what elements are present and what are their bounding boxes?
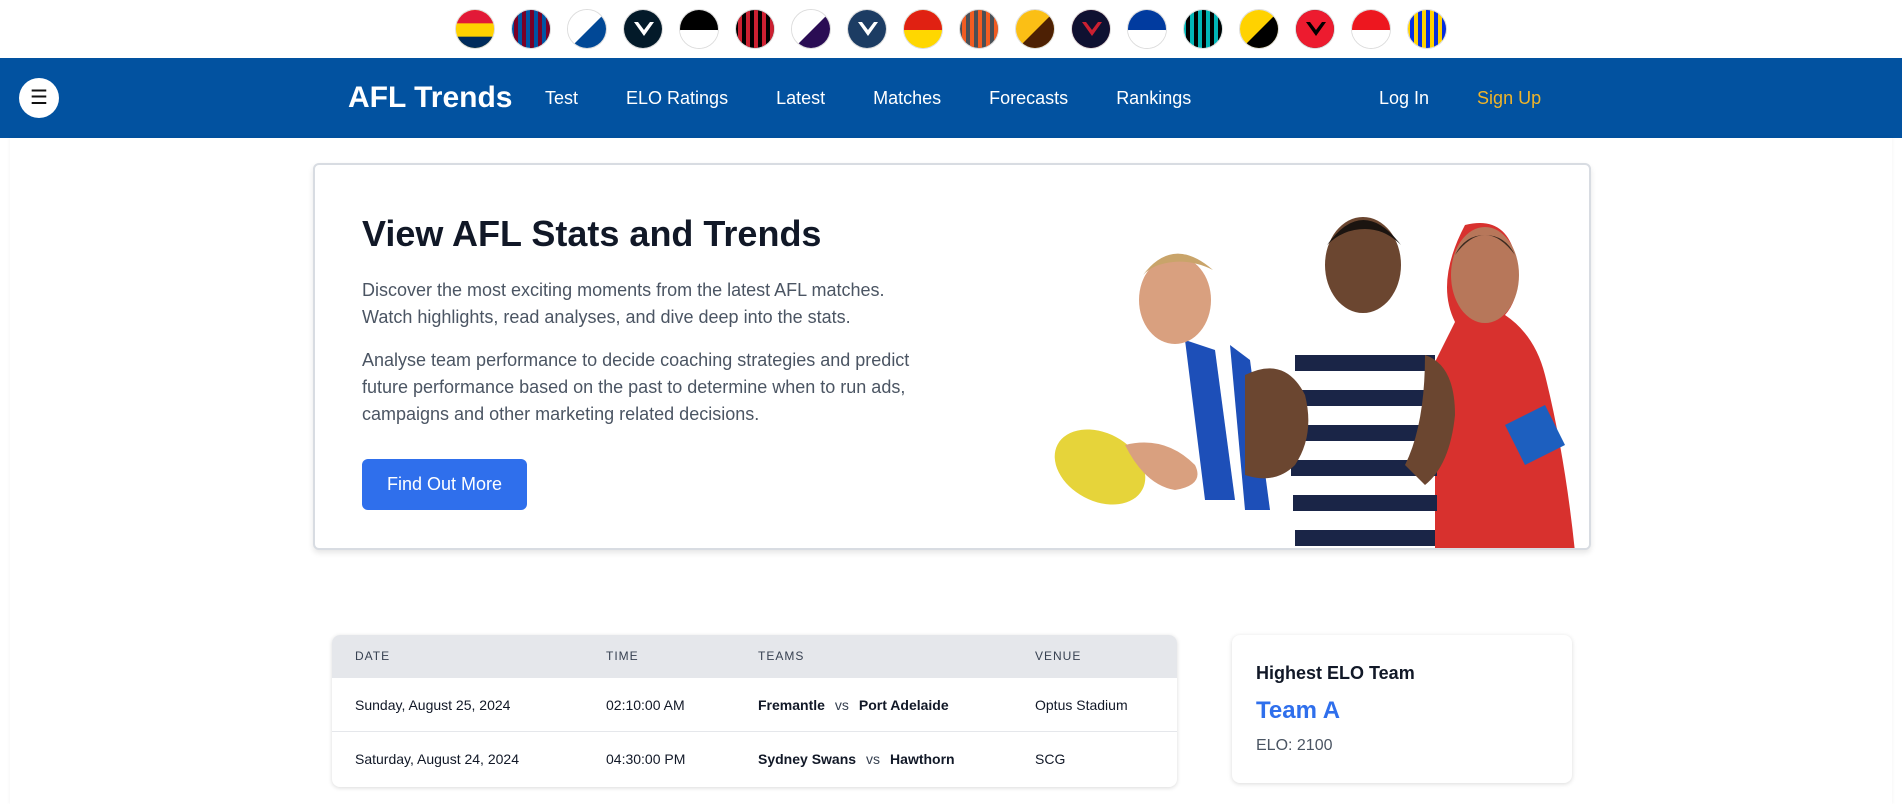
login-link[interactable]: Log In [1379,88,1429,109]
away-team: Port Adelaide [858,696,949,713]
melbourne-icon[interactable] [1071,9,1111,49]
match-teams: Fremantle vs Port Adelaide [758,678,949,731]
geelong-icon[interactable] [847,9,887,49]
highest-elo-value: ELO: 2100 [1256,737,1333,754]
home-team: Fremantle [758,696,825,713]
port-adelaide-icon[interactable] [1183,9,1223,49]
nav-link-elo-ratings[interactable]: ELO Ratings [626,88,728,109]
team-logo-strip [0,0,1902,58]
carlton-icon[interactable] [623,9,663,49]
collingwood-icon[interactable] [679,9,719,49]
hero-paragraph-2: Analyse team performance to decide coach… [362,350,910,424]
hero-title: View AFL Stats and Trends [362,213,822,254]
western-bulldogs-icon[interactable] [567,9,607,49]
nav-link-matches[interactable]: Matches [873,88,941,109]
vs-label: vs [834,696,849,713]
sydney-swans-icon[interactable] [1351,9,1391,49]
north-melbourne-icon[interactable] [1127,9,1167,49]
signup-link[interactable]: Sign Up [1477,88,1541,109]
table-row[interactable]: Saturday, August 24, 2024 04:30:00 PM Sy… [332,731,1177,785]
essendon-icon[interactable] [735,9,775,49]
hawthorn-icon[interactable] [1015,9,1055,49]
site-brand[interactable]: AFL Trends [348,58,512,138]
gold-coast-suns-icon[interactable] [903,9,943,49]
highest-elo-label: Highest ELO Team [1256,663,1415,683]
header-teams: TEAMS [758,649,805,663]
gws-giants-icon[interactable] [959,9,999,49]
fremantle-icon[interactable] [791,9,831,49]
match-date: Sunday, August 25, 2024 [355,696,511,713]
table-row[interactable]: Sunday, August 25, 2024 02:10:00 AM Frem… [332,677,1177,731]
match-venue: Optus Stadium [1035,696,1128,713]
find-out-more-button[interactable]: Find Out More [362,459,527,510]
brisbane-lions-icon[interactable] [511,9,551,49]
afl-players-image [1045,205,1589,548]
header-date: DATE [355,649,391,663]
nav-link-test[interactable]: Test [545,88,578,109]
header-time: TIME [606,649,639,663]
vs-label: vs [866,750,881,767]
west-coast-eagles-icon[interactable] [1407,9,1447,49]
hamburger-menu-icon[interactable]: ☰ [19,78,59,118]
top-navbar: ☰ AFL Trends Test ELO Ratings Latest Mat… [0,58,1902,138]
matches-table-header: DATE TIME TEAMS VENUE [332,635,1177,677]
highest-elo-card: Highest ELO Team Team A ELO: 2100 [1232,635,1572,783]
hero-card: View AFL Stats and Trends Discover the m… [313,163,1591,550]
match-time: 04:30:00 PM [606,750,686,767]
away-team: Hawthorn [890,750,955,767]
matches-table: DATE TIME TEAMS VENUE Sunday, August 25,… [332,635,1177,787]
st-kilda-icon[interactable] [1295,9,1335,49]
adelaide-crows-icon[interactable] [455,9,495,49]
nav-links: Test ELO Ratings Latest Matches Forecast… [545,58,1191,138]
match-venue: SCG [1035,750,1066,767]
nav-link-latest[interactable]: Latest [776,88,825,109]
match-teams: Sydney Swans vs Hawthorn [758,732,955,785]
nav-link-rankings[interactable]: Rankings [1116,88,1191,109]
richmond-icon[interactable] [1239,9,1279,49]
match-date: Saturday, August 24, 2024 [355,750,519,767]
hero-paragraph-1: Discover the most exciting moments from … [362,280,885,327]
match-time: 02:10:00 AM [606,696,685,713]
auth-links: Log In Sign Up [1379,58,1541,138]
highest-elo-team[interactable]: Team A [1256,697,1340,725]
home-team: Sydney Swans [758,750,857,767]
header-venue: VENUE [1035,649,1082,663]
nav-link-forecasts[interactable]: Forecasts [989,88,1068,109]
